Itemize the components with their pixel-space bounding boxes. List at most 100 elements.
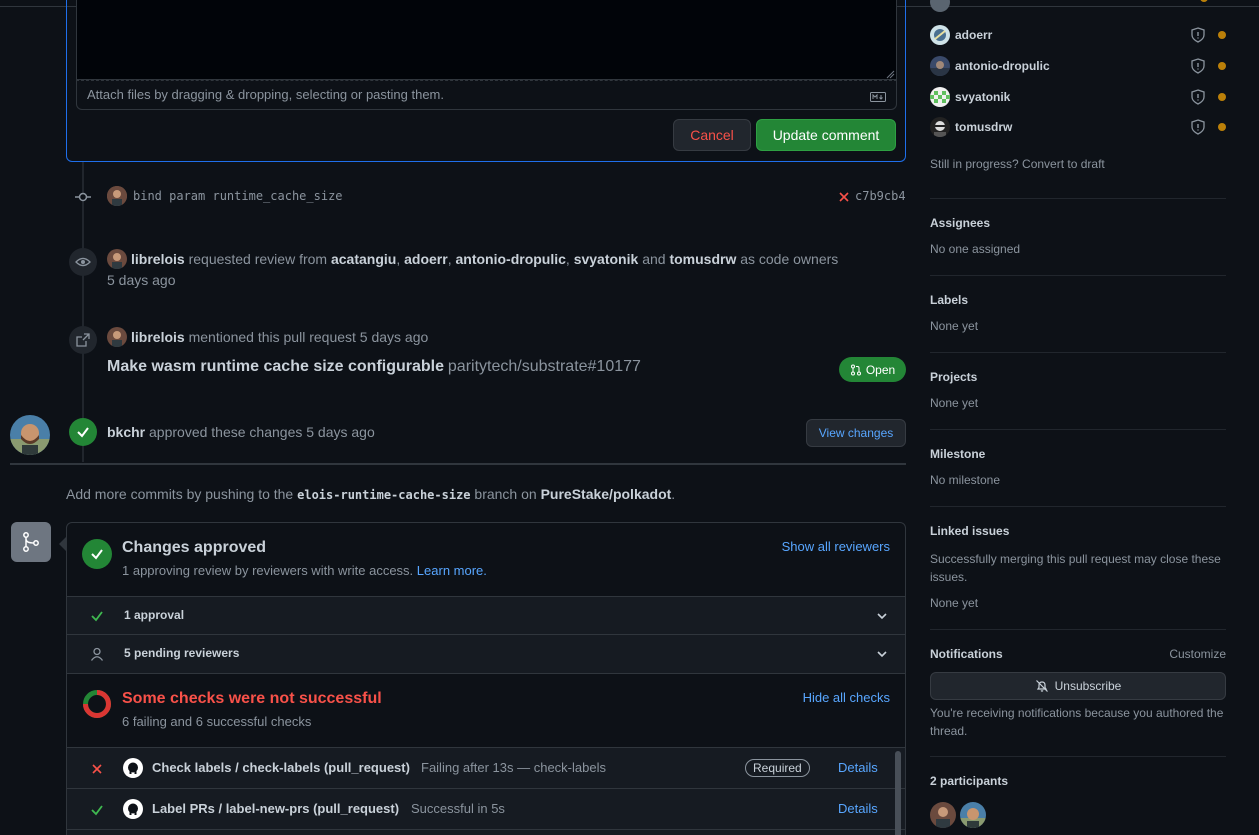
assignees-title[interactable]: Assignees xyxy=(930,216,1226,230)
sidebar-reviewer[interactable]: antonio-dropulic xyxy=(930,55,1226,77)
avatar[interactable] xyxy=(930,56,950,76)
participant-avatar[interactable] xyxy=(930,802,956,828)
linked-issues-title[interactable]: Linked issues xyxy=(930,524,1226,538)
assignees-value: No one assigned xyxy=(930,242,1021,256)
code-owner-shield-icon xyxy=(1191,119,1205,135)
notifications-section: Notifications Customize xyxy=(930,647,1226,661)
milestone-title[interactable]: Milestone xyxy=(930,447,1226,461)
pr-title-link[interactable]: Make wasm runtime cache size configurabl… xyxy=(107,358,444,375)
avatar[interactable] xyxy=(930,25,950,45)
approvals-label: 1 approval xyxy=(124,608,185,622)
timeline-divider xyxy=(10,463,906,465)
cancel-button[interactable]: Cancel xyxy=(673,119,751,151)
chevron-down-icon[interactable] xyxy=(876,610,888,622)
approved-title: Changes approved xyxy=(122,539,267,556)
sidebar-divider xyxy=(930,429,1226,430)
author-link[interactable]: librelois xyxy=(131,329,185,345)
checks-subtitle: 6 failing and 6 successful checks xyxy=(122,714,312,729)
labels-title[interactable]: Labels xyxy=(930,293,1226,307)
labels-section[interactable]: Labels None yet xyxy=(930,293,1226,333)
check-row[interactable]: Label PRs / label-new-prs (pull_request)… xyxy=(67,789,905,830)
pending-status-dot xyxy=(1218,62,1226,70)
learn-more-link[interactable]: Learn more. xyxy=(417,563,487,578)
resize-handle-icon[interactable] xyxy=(885,66,895,79)
unsubscribe-button[interactable]: Unsubscribe xyxy=(930,672,1226,700)
assignees-section[interactable]: Assignees No one assigned xyxy=(930,216,1226,256)
markdown-icon[interactable] xyxy=(870,90,886,105)
commit-message[interactable]: bind param runtime_cache_size xyxy=(133,189,343,203)
event-suffix: as code owners xyxy=(740,251,839,267)
update-comment-button[interactable]: Update comment xyxy=(756,119,896,151)
bell-slash-icon xyxy=(1035,680,1048,692)
approved-check-icon xyxy=(69,418,97,446)
person-icon xyxy=(90,647,104,661)
repo-link[interactable]: PureStake/polkadot xyxy=(541,486,672,502)
reviewer-link[interactable]: antonio-dropulic xyxy=(455,251,565,267)
details-link[interactable]: Details xyxy=(838,801,878,816)
check-icon xyxy=(91,805,103,816)
avatar[interactable] xyxy=(107,186,127,206)
commit-status-x-icon[interactable] xyxy=(838,190,850,206)
sidebar-divider xyxy=(930,275,1226,276)
code-owner-shield-icon xyxy=(1191,27,1205,43)
check-row[interactable] xyxy=(67,830,905,835)
milestone-section[interactable]: Milestone No milestone xyxy=(930,447,1226,487)
participant-avatar[interactable] xyxy=(960,802,986,828)
check-icon xyxy=(91,611,103,622)
projects-section[interactable]: Projects None yet xyxy=(930,370,1226,410)
checks-donut-icon xyxy=(82,689,112,722)
github-icon xyxy=(123,799,143,819)
avatar[interactable] xyxy=(930,87,950,107)
reviewer-link[interactable]: tomusdrw xyxy=(669,251,736,267)
avatar[interactable] xyxy=(107,249,127,269)
sidebar-reviewer[interactable]: svyatonik xyxy=(930,86,1226,108)
convert-to-draft-link[interactable]: Still in progress? Convert to draft xyxy=(930,157,1105,171)
reviewer-link[interactable]: adoerr xyxy=(404,251,448,267)
event-time[interactable]: 5 days ago xyxy=(107,272,176,288)
merge-box: Changes approved 1 approving review by r… xyxy=(66,522,906,835)
sidebar-reviewer[interactable]: adoerr xyxy=(930,24,1226,46)
pending-status-dot xyxy=(1218,123,1226,131)
hide-all-checks-link[interactable]: Hide all checks xyxy=(803,690,890,705)
push-hint: Add more commits by pushing to the elois… xyxy=(66,486,676,502)
view-changes-button[interactable]: View changes xyxy=(806,419,906,447)
notification-reason: You're receiving notifications because y… xyxy=(930,706,1224,738)
sidebar-divider xyxy=(930,506,1226,507)
mention-text: mentioned this pull request 5 days ago xyxy=(188,329,429,345)
reviewer-link[interactable]: svyatonik xyxy=(574,251,639,267)
comment-textarea[interactable] xyxy=(76,0,897,80)
approval-event: bkchr approved these changes 5 days ago xyxy=(107,424,375,440)
required-badge: Required xyxy=(745,759,810,777)
reviewer-partial xyxy=(930,0,1226,14)
avatar-bkchr[interactable] xyxy=(10,415,50,455)
author-link[interactable]: librelois xyxy=(131,251,185,267)
branch-name[interactable]: elois-runtime-cache-size xyxy=(297,488,470,502)
unsubscribe-label: Unsubscribe xyxy=(1054,679,1122,693)
avatar[interactable] xyxy=(930,117,950,137)
check-status: Successful in 5s xyxy=(411,801,505,816)
x-icon xyxy=(92,764,102,774)
chevron-down-icon[interactable] xyxy=(876,648,888,660)
pending-reviewers-row[interactable]: 5 pending reviewers xyxy=(67,635,905,674)
checks-scrollbar[interactable] xyxy=(895,751,901,835)
check-name: Check labels / check-labels (pull_reques… xyxy=(152,760,410,775)
linked-issues-desc: Successfully merging this pull request m… xyxy=(930,552,1221,584)
reviewer-link[interactable]: acatangiu xyxy=(331,251,396,267)
customize-link[interactable]: Customize xyxy=(1169,647,1226,661)
pr-state-label: Open xyxy=(865,362,896,377)
avatar[interactable] xyxy=(107,327,127,347)
author-link[interactable]: bkchr xyxy=(107,424,145,440)
linked-issues-section[interactable]: Linked issues Successfully merging this … xyxy=(930,524,1226,610)
commit-sha[interactable]: c7b9cb4 xyxy=(855,189,906,203)
pr-ref[interactable]: paritytech/substrate#10177 xyxy=(448,358,641,375)
details-link[interactable]: Details xyxy=(838,760,878,775)
sidebar-reviewer[interactable]: tomusdrw xyxy=(930,116,1226,138)
approval-text: approved these changes 5 days ago xyxy=(149,424,375,440)
attach-bar[interactable]: Attach files by dragging & dropping, sel… xyxy=(76,80,897,110)
check-row[interactable]: Check labels / check-labels (pull_reques… xyxy=(67,747,905,789)
code-owner-shield-icon xyxy=(1191,89,1205,105)
projects-title[interactable]: Projects xyxy=(930,370,1226,384)
approvals-row[interactable]: 1 approval xyxy=(67,596,905,635)
show-all-reviewers-link[interactable]: Show all reviewers xyxy=(782,539,890,554)
milestone-value: No milestone xyxy=(930,473,1001,487)
